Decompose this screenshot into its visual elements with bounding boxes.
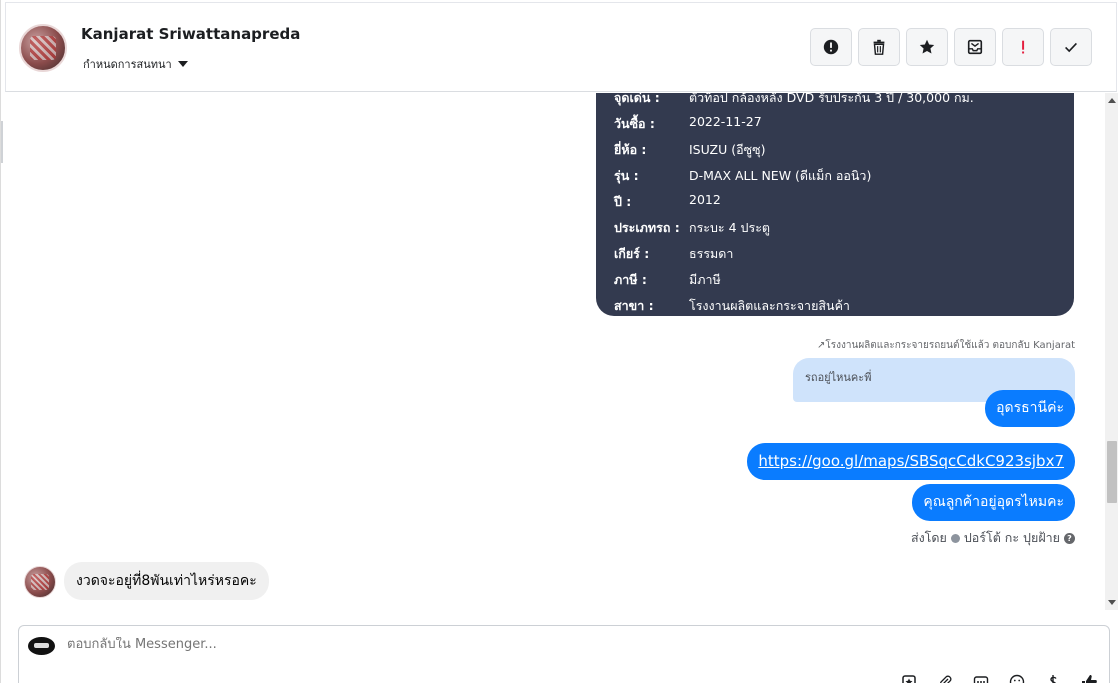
mark-important-button[interactable] <box>1002 28 1044 66</box>
card-value: กระบะ 4 ประตู <box>689 220 771 235</box>
card-value: D-MAX ALL NEW (ดีแม็ก ออนิว) <box>689 168 872 183</box>
mark-done-button[interactable] <box>1050 28 1092 66</box>
gif-button[interactable] <box>971 672 991 683</box>
scroll-up-arrow-icon[interactable] <box>1108 98 1116 103</box>
conversation-settings-dropdown[interactable]: กำหนดการสนทนา <box>83 55 188 73</box>
card-value: 2022-11-27 <box>689 114 762 129</box>
card-row: วันซื้อ : 2022-11-27 <box>614 114 762 134</box>
card-value: 2012 <box>689 192 721 207</box>
vehicle-detail-card: จุดเด่น : ตัวท็อป กล้องหลัง DVD รับประกั… <box>596 93 1074 316</box>
thread-edge-marker <box>1 121 3 163</box>
report-button[interactable] <box>810 28 852 66</box>
card-value: โรงงานผลิตและกระจายสินค้า <box>689 298 850 313</box>
card-key: วันซื้อ : <box>614 116 655 131</box>
gif-icon <box>973 676 989 683</box>
card-key: ปี : <box>614 194 632 209</box>
reply-context-text: โรงงานผลิตและกระจายรถยนต์ใช้แล้ว ตอบกลับ… <box>825 340 1075 351</box>
card-key: เกียร์ : <box>614 246 650 261</box>
move-to-inbox-button[interactable] <box>954 28 996 66</box>
contact-avatar[interactable] <box>19 24 67 72</box>
card-row: ภาษี : มีภาษี <box>614 270 721 290</box>
card-value: ISUZU (อีซูซุ) <box>689 142 766 157</box>
sent-by-label: ส่งโดย ปอร์โต้ กะ ปุยฝ้าย ? <box>911 528 1075 548</box>
card-row: ประเภทรถ : กระบะ 4 ประตู <box>614 218 770 238</box>
card-key: ยี่ห้อ : <box>614 142 647 157</box>
payment-button[interactable] <box>1043 672 1063 683</box>
check-icon <box>1065 42 1077 53</box>
card-row: ยี่ห้อ : ISUZU (อีซูซุ) <box>614 140 765 160</box>
composer-toolbar <box>899 672 1099 683</box>
card-key: ภาษี : <box>614 272 647 287</box>
header-toolbar <box>810 28 1092 66</box>
like-button[interactable] <box>1079 672 1099 683</box>
sent-by-prefix: ส่งโดย <box>910 530 947 545</box>
scrollbar-thumb[interactable] <box>1107 441 1117 503</box>
outgoing-message[interactable]: อุดรธานีค่ะ <box>985 390 1075 427</box>
sent-by-name: ปอร์โต้ กะ ปุยฝ้าย <box>963 530 1060 545</box>
card-row: เกียร์ : ธรรมดา <box>614 244 733 264</box>
scroll-down-arrow-icon[interactable] <box>1108 600 1116 605</box>
card-key: ประเภทรถ : <box>614 220 680 235</box>
dollar-icon <box>1050 675 1057 683</box>
star-icon <box>919 39 935 54</box>
attach-button[interactable] <box>935 672 955 683</box>
saved-reply-button[interactable] <box>899 672 919 683</box>
inbox-icon <box>967 39 983 55</box>
conversation-header: Kanjarat Sriwattanapreda กำหนดการสนทนา <box>5 2 1117 92</box>
thread-scrollbar[interactable] <box>1105 93 1118 610</box>
emoji-button[interactable] <box>1007 672 1027 683</box>
card-row: ปี : 2012 <box>614 192 721 212</box>
caret-down-icon <box>177 61 188 67</box>
card-row: รุ่น : D-MAX ALL NEW (ดีแม็ก ออนิว) <box>614 166 871 186</box>
contact-name[interactable]: Kanjarat Sriwattanapreda <box>81 25 300 43</box>
emoji-icon <box>1009 674 1025 683</box>
card-value: ตัวท็อป กล้องหลัง DVD รับประกัน 3 ปี / 3… <box>689 93 974 105</box>
report-icon <box>823 39 839 55</box>
card-key: สาขา : <box>614 298 654 313</box>
outgoing-message[interactable]: คุณลูกค้าอยู่อุดรไหมคะ <box>912 484 1075 521</box>
reply-context-label: ↗โรงงานผลิตและกระจายรถยนต์ใช้แล้ว ตอบกลั… <box>817 338 1075 353</box>
help-icon[interactable]: ? <box>1064 532 1075 544</box>
messenger-conversation-view: Kanjarat Sriwattanapreda กำหนดการสนทนา จ… <box>0 0 1118 683</box>
outgoing-link-message[interactable]: https://goo.gl/maps/SBSqcCdkC923sjbx7 <box>747 443 1075 480</box>
saved-reply-icon <box>902 675 916 683</box>
message-composer <box>18 625 1110 683</box>
delete-button[interactable] <box>858 28 900 66</box>
card-row: สาขา : โรงงานผลิตและกระจายสินค้า <box>614 296 850 316</box>
card-value: มีภาษี <box>689 272 721 287</box>
conversation-settings-label: กำหนดการสนทนา <box>83 58 172 71</box>
card-row: จุดเด่น : ตัวท็อป กล้องหลัง DVD รับประกั… <box>614 93 974 108</box>
trash-icon <box>873 39 885 55</box>
sender-avatar[interactable] <box>24 566 56 598</box>
reply-input[interactable] <box>67 637 967 652</box>
verified-dot-icon <box>950 533 960 543</box>
paperclip-icon <box>940 675 952 683</box>
incoming-message[interactable]: งวดจะอยู่ที่8พันเท่าไหร่หรอคะ <box>64 562 269 600</box>
card-key: จุดเด่น : <box>614 93 660 105</box>
star-button[interactable] <box>906 28 948 66</box>
card-key: รุ่น : <box>614 168 639 183</box>
message-thread: จุดเด่น : ตัวท็อป กล้องหลัง DVD รับประกั… <box>1 93 1105 613</box>
page-logo-avatar <box>28 637 55 655</box>
card-value: ธรรมดา <box>689 246 734 261</box>
thumbs-up-icon <box>1082 675 1097 683</box>
important-icon <box>1022 40 1025 54</box>
